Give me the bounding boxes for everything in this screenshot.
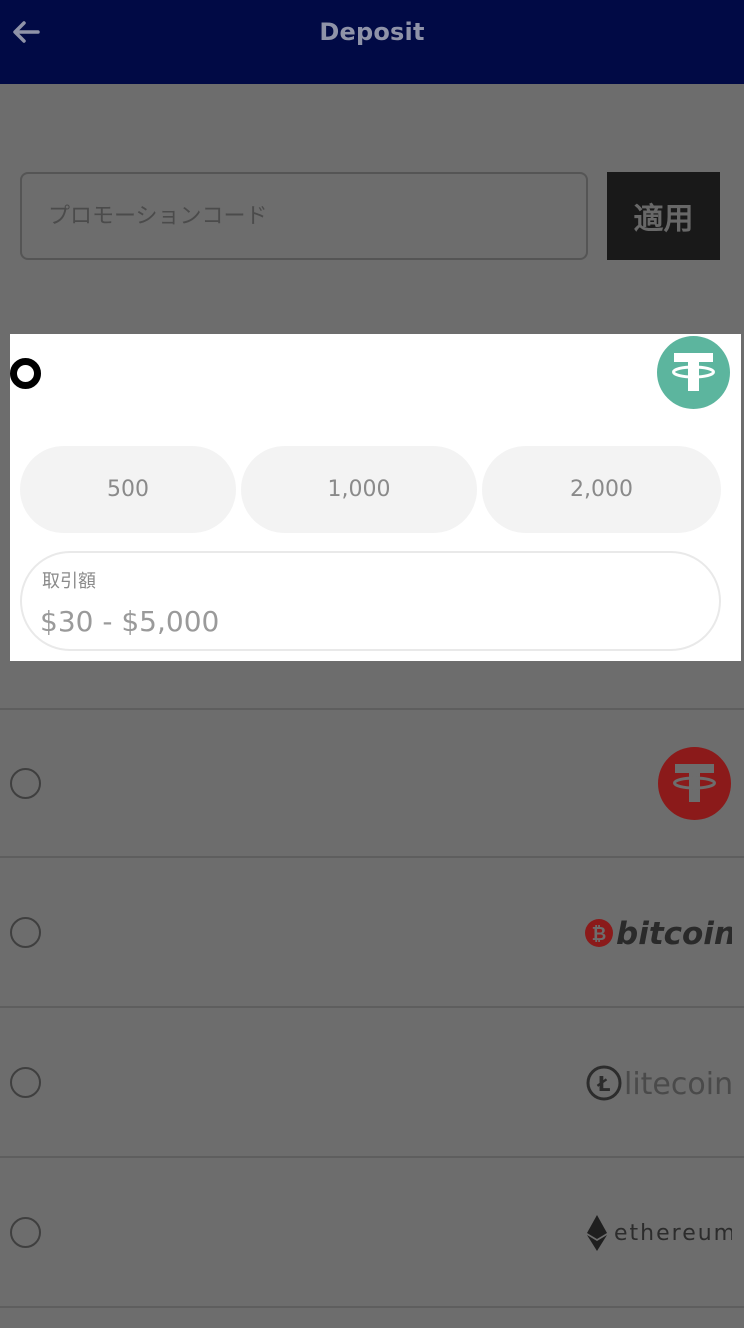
- method-radio[interactable]: [10, 1067, 41, 1098]
- preset-amount-2000[interactable]: 2,000: [482, 446, 721, 533]
- bitcoin-logo: ₿ bitcoin: [585, 916, 732, 952]
- svg-text:bitcoin: bitcoin: [616, 916, 732, 952]
- amount-input[interactable]: [40, 601, 680, 641]
- tether-icon: [658, 747, 731, 820]
- deposit-page: Deposit 適用 500 1,000 2,000 取引額 ₿ bi: [0, 0, 744, 1328]
- litecoin-logo: Ł litecoin: [586, 1065, 732, 1102]
- method-radio-selected[interactable]: [10, 358, 41, 389]
- divider: [0, 1306, 744, 1308]
- method-radio[interactable]: [10, 1217, 41, 1248]
- back-button[interactable]: [8, 14, 44, 50]
- amount-label: 取引額: [42, 571, 96, 592]
- tether-icon: [657, 336, 730, 409]
- method-radio[interactable]: [10, 917, 41, 948]
- method-row-litecoin[interactable]: Ł litecoin: [0, 1008, 744, 1156]
- svg-text:₿: ₿: [592, 924, 607, 945]
- method-row-bitcoin[interactable]: ₿ bitcoin: [0, 858, 744, 1006]
- preset-amount-500[interactable]: 500: [20, 446, 236, 533]
- method-row-tether[interactable]: [0, 710, 744, 858]
- page-title: Deposit: [319, 18, 425, 46]
- method-radio[interactable]: [10, 768, 41, 799]
- promo-code-input[interactable]: [20, 172, 588, 260]
- svg-text:ethereum: ethereum: [614, 1221, 732, 1246]
- svg-text:litecoin: litecoin: [624, 1067, 732, 1102]
- app-header: Deposit: [0, 0, 744, 84]
- svg-text:Ł: Ł: [597, 1072, 611, 1096]
- arrow-left-icon: [13, 21, 40, 43]
- ethereum-logo: ethereum: [587, 1215, 732, 1251]
- preset-amount-1000[interactable]: 1,000: [241, 446, 477, 533]
- amount-field: 取引額: [20, 551, 721, 651]
- method-row-ethereum[interactable]: ethereum: [0, 1158, 744, 1306]
- apply-button[interactable]: 適用: [607, 172, 720, 260]
